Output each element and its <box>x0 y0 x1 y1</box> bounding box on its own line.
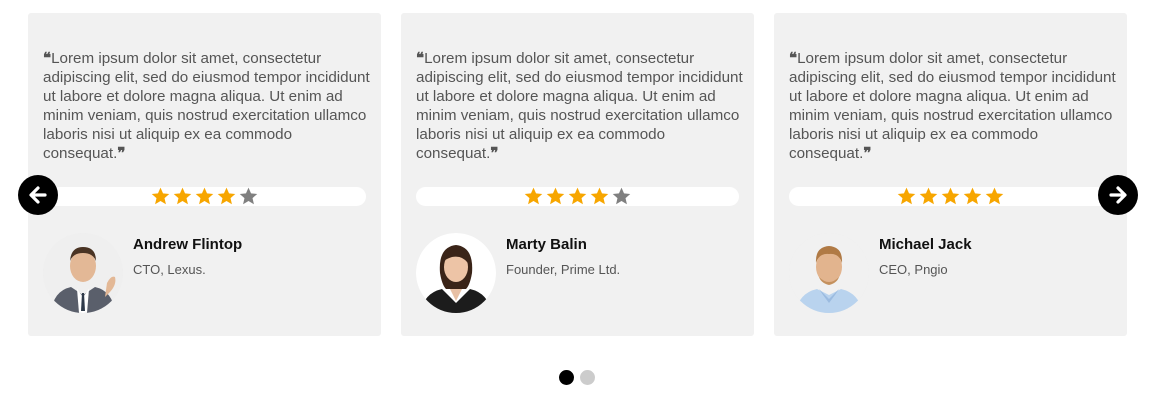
open-quote-icon: ❝ <box>416 49 425 67</box>
avatar <box>43 233 123 313</box>
rating-bar <box>416 187 739 206</box>
avatar <box>416 233 496 313</box>
star-filled-icon <box>217 187 236 205</box>
person-name: Marty Balin <box>506 236 587 253</box>
testimonial-quote: ❝Lorem ipsum dolor sit amet, consectetur… <box>43 49 371 163</box>
close-quote-icon: ❞ <box>117 144 126 162</box>
arrow-left-icon <box>29 186 47 204</box>
star-filled-icon <box>919 187 938 205</box>
star-rating <box>150 186 259 207</box>
person-role: Founder, Prime Ltd. <box>506 262 621 277</box>
person-role: CTO, Lexus. <box>133 262 206 277</box>
testimonial-card: ❝Lorem ipsum dolor sit amet, consectetur… <box>28 13 381 336</box>
person-name: Andrew Flintop <box>133 236 243 253</box>
star-filled-icon <box>568 187 587 205</box>
rating-bar <box>43 187 366 206</box>
carousel-pagination <box>559 370 595 385</box>
close-quote-icon: ❞ <box>863 144 872 162</box>
testimonial-quote: ❝Lorem ipsum dolor sit amet, consectetur… <box>789 49 1117 163</box>
star-filled-icon <box>173 187 192 205</box>
star-filled-icon <box>985 187 1004 205</box>
star-rating <box>896 186 1005 207</box>
testimonial-card: ❝Lorem ipsum dolor sit amet, consectetur… <box>401 13 754 336</box>
person-name: Michael Jack <box>879 236 972 253</box>
star-filled-icon <box>941 187 960 205</box>
close-quote-icon: ❞ <box>490 144 499 162</box>
testimonial-quote: ❝Lorem ipsum dolor sit amet, consectetur… <box>416 49 744 163</box>
star-filled-icon <box>590 187 609 205</box>
pagination-dot[interactable] <box>559 370 574 385</box>
star-filled-icon <box>897 187 916 205</box>
star-filled-icon <box>151 187 170 205</box>
star-rating <box>523 186 632 207</box>
arrow-right-icon <box>1109 186 1127 204</box>
previous-button[interactable] <box>18 175 58 215</box>
rating-bar <box>789 187 1112 206</box>
avatar <box>789 233 869 313</box>
star-empty-icon <box>612 187 631 205</box>
star-filled-icon <box>963 187 982 205</box>
star-filled-icon <box>546 187 565 205</box>
star-filled-icon <box>195 187 214 205</box>
next-button[interactable] <box>1098 175 1138 215</box>
quote-text: Lorem ipsum dolor sit amet, consectetur … <box>789 50 1116 162</box>
quote-text: Lorem ipsum dolor sit amet, consectetur … <box>416 50 743 162</box>
star-empty-icon <box>239 187 258 205</box>
person-role: CEO, Pngio <box>879 262 948 277</box>
open-quote-icon: ❝ <box>789 49 798 67</box>
testimonial-card: ❝Lorem ipsum dolor sit amet, consectetur… <box>774 13 1127 336</box>
star-filled-icon <box>524 187 543 205</box>
pagination-dot[interactable] <box>580 370 595 385</box>
open-quote-icon: ❝ <box>43 49 52 67</box>
quote-text: Lorem ipsum dolor sit amet, consectetur … <box>43 50 370 162</box>
